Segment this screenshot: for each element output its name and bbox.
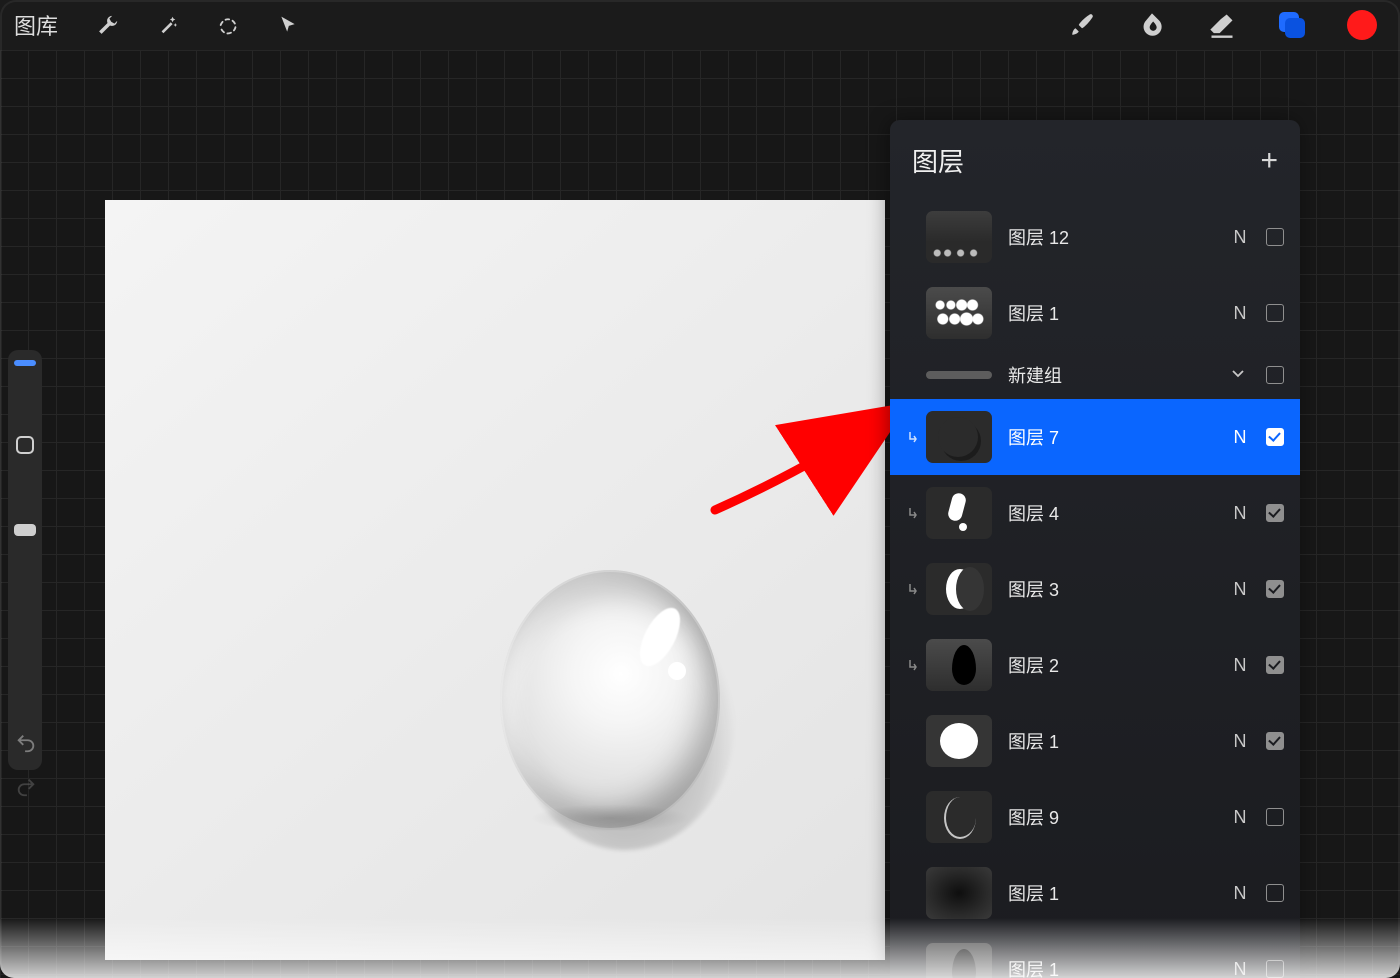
blend-mode-button[interactable]: N — [1230, 503, 1250, 524]
layer-name-label: 图层 1 — [1008, 880, 1230, 906]
undo-icon[interactable] — [12, 732, 40, 754]
visibility-checkbox[interactable] — [1266, 960, 1284, 978]
layer-thumbnail[interactable] — [926, 715, 992, 767]
app-root: 图库 — [0, 0, 1400, 978]
layer-row[interactable]: 图层 7 N — [890, 399, 1300, 475]
cursor-icon[interactable] — [266, 3, 310, 47]
layer-name-label: 图层 1 — [1008, 300, 1230, 326]
blend-mode-button[interactable]: N — [1230, 655, 1250, 676]
blend-mode-button[interactable]: N — [1230, 959, 1250, 978]
visibility-checkbox[interactable] — [1266, 366, 1284, 384]
blend-mode-button[interactable]: N — [1230, 807, 1250, 828]
layer-row[interactable]: 图层 9 N — [890, 779, 1300, 855]
visibility-checkbox[interactable] — [1266, 228, 1284, 246]
clip-indent-icon — [900, 430, 926, 444]
undo-redo-group — [12, 732, 40, 798]
droplet-shape — [500, 570, 720, 830]
brush-size-slider[interactable] — [14, 360, 36, 366]
layer-row[interactable]: 图层 12 N — [890, 199, 1300, 275]
layer-row[interactable]: 图层 1 N — [890, 275, 1300, 351]
clip-indent-icon — [900, 658, 926, 672]
layers-panel-title: 图层 — [912, 142, 964, 179]
group-thumbnail — [926, 371, 992, 379]
visibility-checkbox[interactable] — [1266, 656, 1284, 674]
layer-row[interactable]: 图层 4 N — [890, 475, 1300, 551]
layer-thumbnail[interactable] — [926, 487, 992, 539]
chevron-down-icon[interactable] — [1230, 365, 1250, 386]
workspace[interactable]: 图层 + 图层 12 N 图层 1 N 新建组 — [0, 50, 1400, 978]
layer-row[interactable]: 图层 1 N — [890, 855, 1300, 931]
visibility-checkbox[interactable] — [1266, 808, 1284, 826]
wand-icon[interactable] — [146, 3, 190, 47]
layer-thumbnail[interactable] — [926, 791, 992, 843]
blend-mode-button[interactable]: N — [1230, 579, 1250, 600]
gallery-button[interactable]: 图库 — [14, 9, 58, 41]
layer-thumbnail[interactable] — [926, 639, 992, 691]
color-swatch[interactable] — [1338, 1, 1386, 49]
layer-thumbnail[interactable] — [926, 211, 992, 263]
layers-panel: 图层 + 图层 12 N 图层 1 N 新建组 — [890, 120, 1300, 978]
visibility-checkbox[interactable] — [1266, 304, 1284, 322]
layer-name-label: 图层 2 — [1008, 652, 1230, 678]
selection-icon[interactable] — [206, 3, 250, 47]
layer-thumbnail[interactable] — [926, 563, 992, 615]
left-quickbar — [8, 350, 42, 770]
blend-mode-button[interactable]: N — [1230, 883, 1250, 904]
blend-mode-button[interactable]: N — [1230, 303, 1250, 324]
group-name-label: 新建组 — [1008, 362, 1230, 388]
layers-panel-header: 图层 + — [890, 120, 1300, 199]
modifier-button[interactable] — [16, 436, 34, 454]
layer-row[interactable]: 图层 1 N — [890, 703, 1300, 779]
smudge-icon[interactable] — [1128, 1, 1176, 49]
clip-indent-icon — [900, 506, 926, 520]
visibility-checkbox[interactable] — [1266, 884, 1284, 902]
visibility-checkbox[interactable] — [1266, 504, 1284, 522]
clip-indent-icon — [900, 582, 926, 596]
layer-row[interactable]: 图层 1 N — [890, 931, 1300, 978]
layer-thumbnail[interactable] — [926, 411, 992, 463]
blend-mode-button[interactable]: N — [1230, 427, 1250, 448]
layer-thumbnail[interactable] — [926, 943, 992, 978]
top-toolbar: 图库 — [0, 0, 1400, 50]
layer-thumbnail[interactable] — [926, 867, 992, 919]
layers-icon[interactable] — [1268, 1, 1316, 49]
layer-name-label: 图层 9 — [1008, 804, 1230, 830]
redo-icon[interactable] — [12, 776, 40, 798]
layer-row[interactable]: 图层 3 N — [890, 551, 1300, 627]
eraser-icon[interactable] — [1198, 1, 1246, 49]
layer-name-label: 图层 1 — [1008, 728, 1230, 754]
layer-name-label: 图层 7 — [1008, 424, 1230, 450]
layer-thumbnail[interactable] — [926, 287, 992, 339]
layer-name-label: 图层 1 — [1008, 956, 1230, 978]
layer-list: 图层 12 N 图层 1 N 新建组 图层 7 N 图层 4 — [890, 199, 1300, 978]
brush-icon[interactable] — [1058, 1, 1106, 49]
layer-name-label: 图层 12 — [1008, 224, 1230, 250]
visibility-checkbox[interactable] — [1266, 580, 1284, 598]
layer-name-label: 图层 3 — [1008, 576, 1230, 602]
layer-row[interactable]: 图层 2 N — [890, 627, 1300, 703]
visibility-checkbox[interactable] — [1266, 732, 1284, 750]
add-layer-button[interactable]: + — [1260, 146, 1278, 176]
canvas[interactable] — [105, 200, 885, 960]
blend-mode-button[interactable]: N — [1230, 227, 1250, 248]
blend-mode-button[interactable]: N — [1230, 731, 1250, 752]
layer-group-row[interactable]: 新建组 — [890, 351, 1300, 399]
opacity-slider[interactable] — [14, 524, 36, 536]
visibility-checkbox[interactable] — [1266, 428, 1284, 446]
wrench-icon[interactable] — [86, 3, 130, 47]
layer-name-label: 图层 4 — [1008, 500, 1230, 526]
